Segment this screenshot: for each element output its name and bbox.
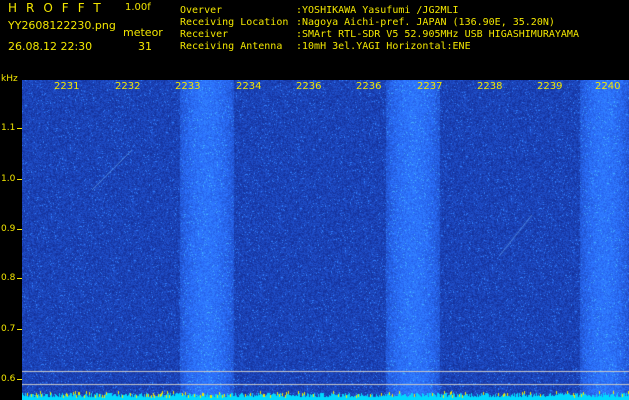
y-tick [17,278,22,279]
y-tick-label: 1.0 [1,174,16,184]
info-value-observer: :YOSHIKAWA Yasufumi /JG2MLI [296,5,459,16]
info-value-antenna: :10mH 3el.YAGI Horizontal:ENE [296,41,471,52]
y-tick [17,379,22,380]
y-tick-label: 0.9 [1,224,16,234]
y-tick-label: 0.7 [1,324,16,334]
info-label-antenna: Receiving Antenna [180,41,283,52]
filename-label: YY2608122230.png [8,19,116,32]
x-tick-label: 2239 [537,81,563,92]
info-label-observer: Overver [180,5,223,16]
x-tick-label: 2231 [54,81,80,92]
info-value-location: :Nagoya Aichi-pref. JAPAN (136.90E, 35.2… [296,17,555,28]
y-tick [17,128,22,129]
info-value-receiver: :SMArt RTL-SDR V5 52.905MHz USB HIGASHIM… [296,29,579,40]
x-tick-label: 2233 [175,81,201,92]
y-tick-label: 0.8 [1,273,16,283]
y-tick [17,179,22,180]
x-tick-label: 2240 [595,81,621,92]
y-tick [17,229,22,230]
x-tick-label: 2236 [296,81,322,92]
y-tick-label: 0.6 [1,374,16,384]
x-tick-label: 2232 [115,81,141,92]
x-tick-label: 2234 [236,81,262,92]
version-label: 1.00f [125,2,151,13]
y-axis: kHz 1.1 1.0 0.9 0.8 0.7 0.6 [0,72,22,400]
meteor-count: 31 [138,40,152,53]
y-tick-label: 1.1 [1,123,16,133]
y-tick [17,329,22,330]
x-tick-label: 2238 [477,81,503,92]
info-label-location: Receiving Location [180,17,289,28]
spectrogram-canvas [22,80,629,400]
x-tick-label: 2236 [356,81,382,92]
datetime-label: 26.08.12 22:30 [8,40,93,53]
y-axis-unit: kHz [1,74,18,84]
x-tick-label: 2237 [417,81,443,92]
info-label-receiver: Receiver [180,29,229,40]
mode-label: meteor [123,26,163,39]
app-title: HROFFT [8,1,110,15]
